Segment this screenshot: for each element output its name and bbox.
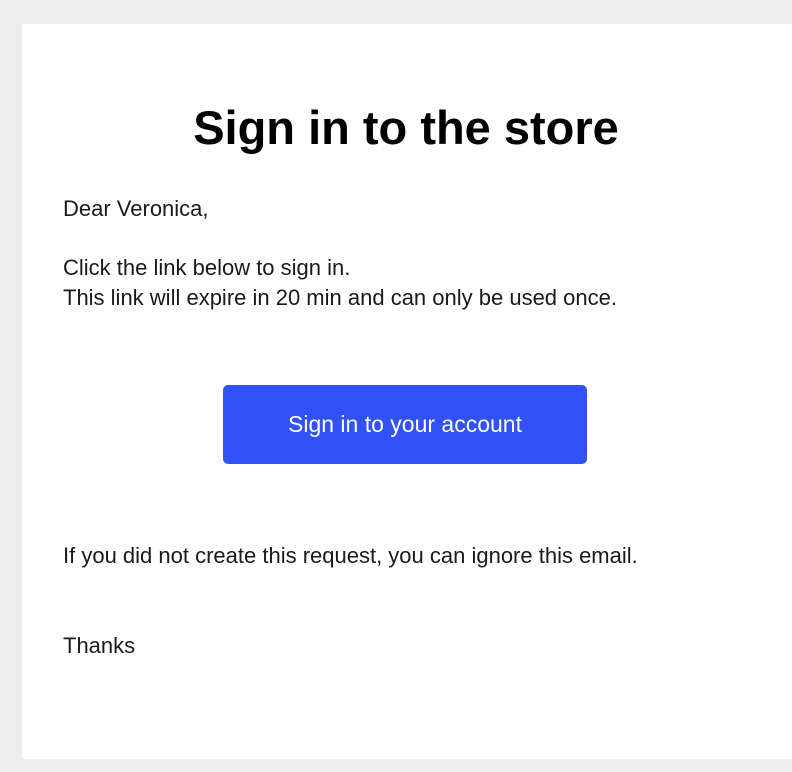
- email-title: Sign in to the store: [193, 101, 619, 154]
- sign-in-button[interactable]: Sign in to your account: [223, 385, 587, 464]
- greeting-text: Dear Veronica,: [63, 196, 209, 221]
- signoff-text: Thanks: [63, 633, 136, 658]
- instructions-paragraph: Click the link below to sign in. This li…: [63, 253, 617, 313]
- ignore-note-text: If you did not create this request, you …: [63, 543, 638, 568]
- email-card: Sign in to the store Dear Veronica, Clic…: [22, 24, 792, 759]
- instructions-line-2: This link will expire in 20 min and can …: [63, 285, 617, 310]
- instructions-line-1: Click the link below to sign in.: [63, 255, 351, 280]
